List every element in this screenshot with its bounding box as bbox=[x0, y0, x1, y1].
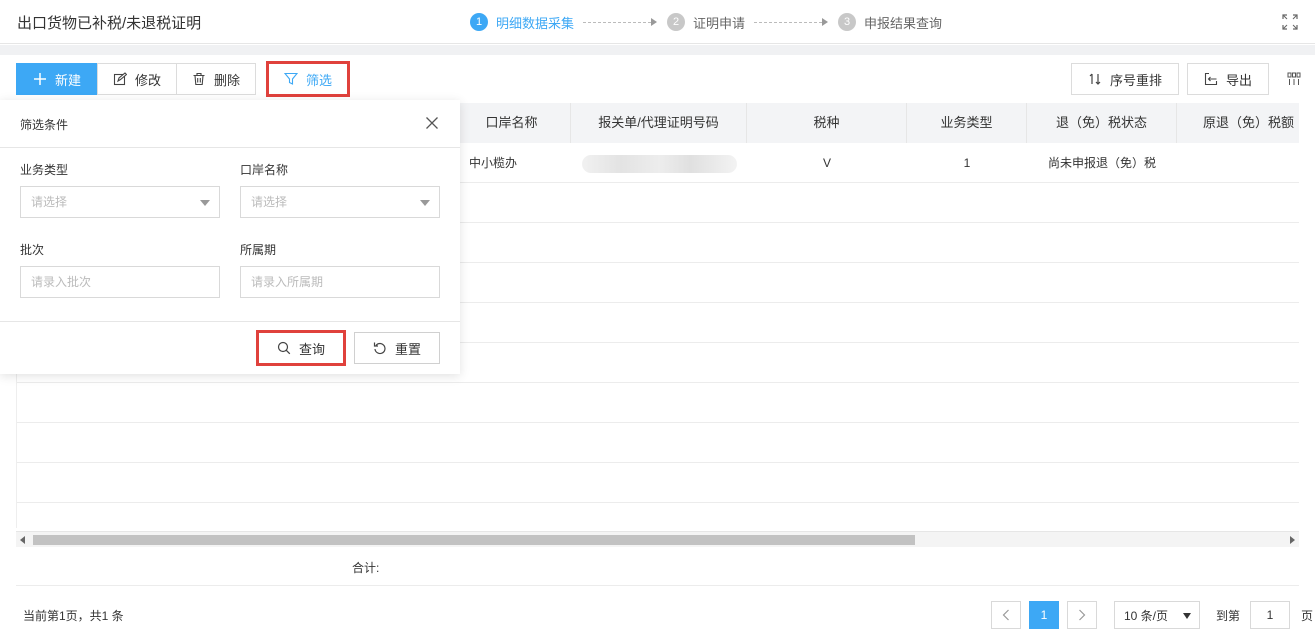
cell-biz-type: 1 bbox=[963, 156, 971, 170]
filter-button-label: 筛选 bbox=[306, 72, 333, 88]
goto-unit: 页 bbox=[1301, 608, 1314, 623]
column-header-tax-type[interactable]: 税种 bbox=[747, 103, 907, 143]
reset-button[interactable]: 重置 bbox=[354, 332, 440, 364]
fullscreen-icon[interactable] bbox=[1282, 14, 1298, 30]
batch-input[interactable]: 请录入批次 bbox=[20, 266, 220, 298]
step-2-number: 2 bbox=[667, 13, 686, 31]
filter-panel-header: 筛选条件 bbox=[0, 100, 460, 148]
reorder-button-label: 序号重排 bbox=[1109, 72, 1162, 88]
right-toolbar: 序号重排 导出 bbox=[1063, 63, 1315, 95]
step-1[interactable]: 1 明细数据采集 bbox=[470, 13, 574, 32]
header-divider bbox=[0, 45, 1315, 55]
step-3-label: 申报结果查询 bbox=[864, 15, 943, 31]
next-page-button[interactable] bbox=[1067, 601, 1097, 629]
column-header-customs-no[interactable]: 报关单/代理证明号码 bbox=[571, 103, 747, 143]
scroll-left-arrow-icon[interactable] bbox=[20, 536, 25, 544]
port-select[interactable]: 请选择 bbox=[240, 186, 440, 218]
page-size-select[interactable]: 10 条/页 bbox=[1114, 601, 1200, 629]
cell-port: 中小榄办 bbox=[468, 156, 517, 170]
prev-page-button[interactable] bbox=[991, 601, 1021, 629]
batch-label: 批次 bbox=[20, 243, 45, 257]
scroll-right-arrow-icon[interactable] bbox=[1290, 536, 1295, 544]
step-connector bbox=[754, 21, 823, 23]
step-arrow-icon bbox=[651, 18, 658, 26]
query-button[interactable]: 查询 bbox=[256, 330, 346, 366]
cell-status: 尚未申报退（免）税 bbox=[1047, 156, 1156, 170]
step-arrow-icon bbox=[822, 18, 829, 26]
goto-label: 到第 bbox=[1216, 608, 1241, 623]
step-indicator: 1 明细数据采集 2 证明申请 3 申报结果查询 bbox=[470, 12, 942, 32]
close-icon[interactable] bbox=[425, 116, 439, 130]
chevron-right-icon bbox=[1079, 609, 1086, 621]
cell-tax-type: V bbox=[822, 156, 831, 170]
toolbar: 新建 修改 删除 筛选 bbox=[16, 61, 351, 97]
column-header-biz-type[interactable]: 业务类型 bbox=[907, 103, 1027, 143]
export-button[interactable]: 导出 bbox=[1186, 63, 1269, 95]
query-button-label: 查询 bbox=[298, 341, 325, 357]
period-placeholder: 请录入所属期 bbox=[251, 275, 324, 289]
dropdown-caret-icon bbox=[200, 200, 210, 206]
filter-panel: 筛选条件 业务类型 请选择 口岸名称 请选择 批次 请录入批次 所属期 请录入所… bbox=[0, 100, 460, 374]
column-header-status[interactable]: 退（免）税状态 bbox=[1027, 103, 1177, 143]
page-size-value: 10 条/页 bbox=[1124, 608, 1169, 623]
plus-icon bbox=[34, 73, 46, 85]
horizontal-scrollbar[interactable] bbox=[16, 531, 1299, 547]
batch-placeholder: 请录入批次 bbox=[31, 275, 92, 289]
filter-panel-title: 筛选条件 bbox=[20, 118, 69, 132]
filter-button[interactable]: 筛选 bbox=[266, 61, 351, 97]
cell-customs-no-redacted bbox=[582, 155, 737, 173]
pagination-info: 当前第1页，共1 条 bbox=[23, 609, 124, 623]
sort-icon bbox=[1089, 73, 1101, 85]
new-button[interactable]: 新建 bbox=[16, 63, 99, 95]
reset-icon bbox=[373, 342, 386, 355]
scroll-thumb[interactable] bbox=[33, 535, 915, 545]
new-button-label: 新建 bbox=[55, 72, 82, 88]
step-2[interactable]: 2 证明申请 bbox=[667, 13, 745, 32]
biz-type-label: 业务类型 bbox=[20, 163, 69, 177]
table-row-empty bbox=[17, 463, 1299, 503]
port-label: 口岸名称 bbox=[240, 163, 289, 177]
edit-icon bbox=[113, 72, 128, 86]
funnel-icon bbox=[284, 72, 299, 85]
delete-button[interactable]: 删除 bbox=[176, 63, 257, 95]
column-header-orig-amount[interactable]: 原退（免）税额 bbox=[1177, 103, 1299, 143]
trash-icon bbox=[193, 72, 205, 86]
search-icon bbox=[277, 341, 291, 355]
chevron-left-icon bbox=[1002, 609, 1009, 621]
page-button-current[interactable]: 1 bbox=[1029, 601, 1059, 629]
port-placeholder: 请选择 bbox=[251, 195, 288, 209]
step-1-number: 1 bbox=[470, 13, 488, 31]
page-header: 出口货物已补税/未退税证明 1 明细数据采集 2 证明申请 3 申报结果查询 bbox=[0, 0, 1315, 44]
period-label: 所属期 bbox=[240, 243, 277, 257]
page-title: 出口货物已补税/未退税证明 bbox=[17, 15, 202, 32]
summary-row: 合计: bbox=[16, 548, 1299, 586]
dropdown-caret-icon bbox=[420, 200, 430, 206]
filter-panel-divider bbox=[0, 321, 460, 322]
step-1-label: 明细数据采集 bbox=[496, 15, 575, 31]
step-connector bbox=[583, 21, 652, 23]
table-row-empty bbox=[17, 423, 1299, 463]
reorder-button[interactable]: 序号重排 bbox=[1070, 63, 1179, 95]
column-settings-icon[interactable] bbox=[1287, 72, 1301, 86]
export-button-label: 导出 bbox=[1225, 72, 1252, 88]
goto-page-input[interactable]: 1 bbox=[1250, 601, 1291, 629]
edit-button[interactable]: 修改 bbox=[97, 63, 178, 95]
edit-button-label: 修改 bbox=[135, 72, 162, 88]
biz-type-placeholder: 请选择 bbox=[31, 195, 68, 209]
table-row-empty bbox=[17, 383, 1299, 423]
step-3-number: 3 bbox=[838, 13, 857, 31]
export-icon bbox=[1204, 72, 1218, 86]
step-3[interactable]: 3 申报结果查询 bbox=[838, 13, 942, 32]
delete-button-label: 删除 bbox=[214, 72, 241, 88]
reset-button-label: 重置 bbox=[394, 341, 421, 357]
dropdown-caret-icon bbox=[1183, 613, 1191, 619]
column-header-port[interactable]: 口岸名称 bbox=[453, 103, 571, 143]
pagination: 1 10 条/页 到第 1 页 bbox=[991, 601, 1313, 629]
biz-type-select[interactable]: 请选择 bbox=[20, 186, 220, 218]
period-input[interactable]: 请录入所属期 bbox=[240, 266, 440, 298]
summary-label: 合计: bbox=[352, 561, 380, 575]
step-2-label: 证明申请 bbox=[693, 15, 746, 31]
